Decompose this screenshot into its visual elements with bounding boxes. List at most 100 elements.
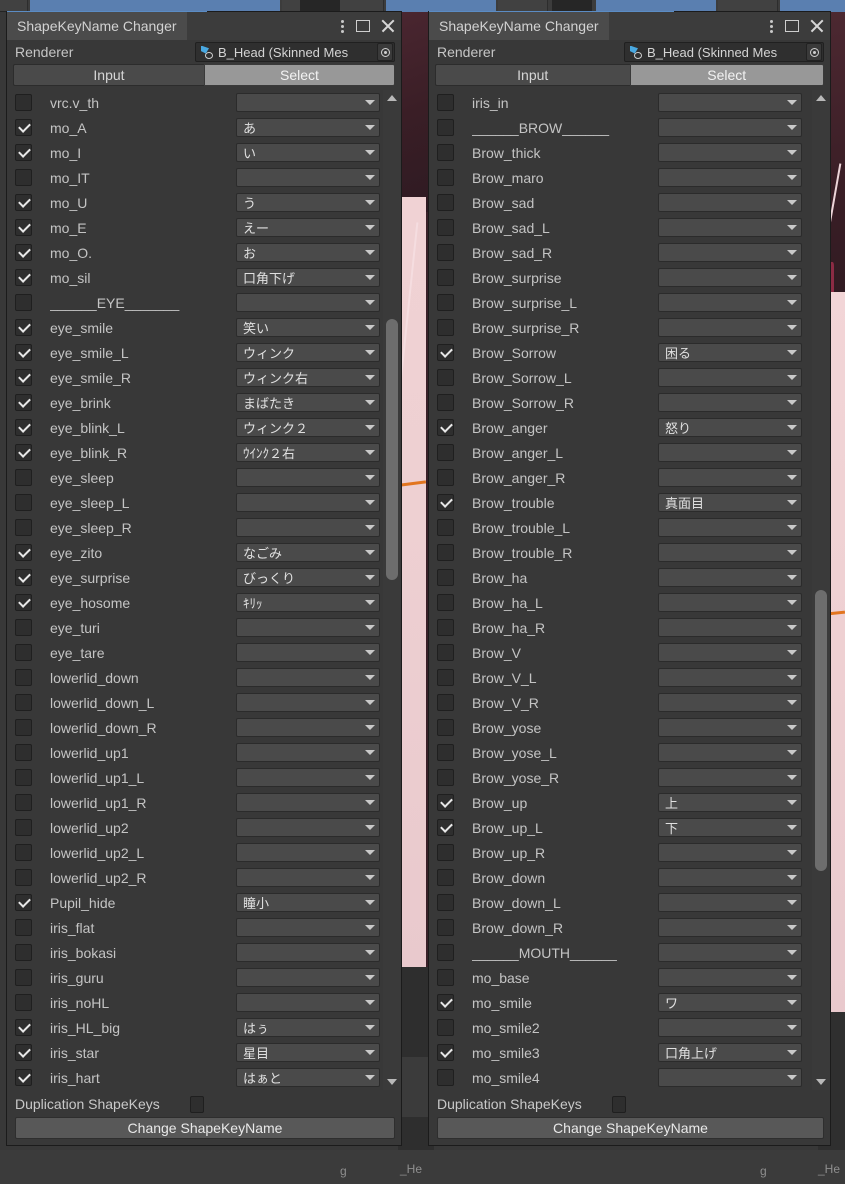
duplication-checkbox[interactable]	[611, 1095, 626, 1113]
shapekey-name-dropdown[interactable]: あ	[236, 118, 380, 137]
shapekey-checkbox[interactable]	[437, 694, 454, 711]
shapekey-row[interactable]: iris_noHL	[7, 990, 383, 1015]
shapekey-name-dropdown[interactable]	[658, 1018, 802, 1037]
shapekey-row[interactable]: Brow_sad	[429, 190, 812, 215]
shapekey-checkbox[interactable]	[437, 644, 454, 661]
close-icon[interactable]	[381, 19, 395, 33]
shapekey-row[interactable]: Brow_surprise_R	[429, 315, 812, 340]
shapekey-checkbox[interactable]	[437, 469, 454, 486]
shapekey-checkbox[interactable]	[15, 969, 32, 986]
shapekey-row[interactable]: mo_IT	[7, 165, 383, 190]
shapekey-checkbox[interactable]	[437, 969, 454, 986]
shapekey-checkbox[interactable]	[437, 919, 454, 936]
shapekey-name-dropdown[interactable]	[236, 493, 380, 512]
shapekey-row[interactable]: iris_star 星目	[7, 1040, 383, 1065]
shapekey-name-dropdown[interactable]: なごみ	[236, 543, 380, 562]
list-scrollbar[interactable]	[812, 90, 830, 1090]
scrollbar-track[interactable]	[385, 106, 399, 1074]
scrollbar-thumb[interactable]	[815, 590, 827, 871]
shapekey-row[interactable]: Brow_yose_R	[429, 765, 812, 790]
shapekey-checkbox[interactable]	[437, 994, 454, 1011]
shapekey-row[interactable]: Brow_yose_L	[429, 740, 812, 765]
shapekey-checkbox[interactable]	[15, 94, 32, 111]
shapekey-checkbox[interactable]	[437, 1019, 454, 1036]
shapekey-name-dropdown[interactable]	[658, 318, 802, 337]
shapekey-name-dropdown[interactable]: ｷﾘｯ	[236, 593, 380, 612]
maximize-icon[interactable]	[785, 20, 799, 32]
shapekey-checkbox[interactable]	[437, 669, 454, 686]
shapekey-checkbox[interactable]	[15, 294, 32, 311]
shapekey-name-dropdown[interactable]	[658, 943, 802, 962]
shapekey-checkbox[interactable]	[15, 1069, 32, 1086]
shapekey-row[interactable]: eye_blink_L ウィンク２	[7, 415, 383, 440]
shapekey-checkbox[interactable]	[437, 794, 454, 811]
shapekey-checkbox[interactable]	[15, 269, 32, 286]
shapekey-name-dropdown[interactable]	[658, 218, 802, 237]
shapekey-row[interactable]: mo_E えー	[7, 215, 383, 240]
shapekey-name-dropdown[interactable]: まばたき	[236, 393, 380, 412]
shapekey-row[interactable]: lowerlid_up2	[7, 815, 383, 840]
shapekey-row[interactable]: Brow_anger_L	[429, 440, 812, 465]
shapekey-row[interactable]: Brow_trouble_L	[429, 515, 812, 540]
list-scrollbar[interactable]	[383, 90, 401, 1090]
shapekey-checkbox[interactable]	[15, 419, 32, 436]
shapekey-name-dropdown[interactable]: い	[236, 143, 380, 162]
shapekey-checkbox[interactable]	[437, 144, 454, 161]
shapekey-checkbox[interactable]	[437, 244, 454, 261]
shapekey-checkbox[interactable]	[437, 719, 454, 736]
shapekey-name-dropdown[interactable]	[236, 793, 380, 812]
shapekey-row[interactable]: Brow_surprise_L	[429, 290, 812, 315]
shapekey-checkbox[interactable]	[15, 219, 32, 236]
shapekey-checkbox[interactable]	[15, 394, 32, 411]
shapekey-row[interactable]: Brow_V	[429, 640, 812, 665]
shapekey-name-dropdown[interactable]	[236, 768, 380, 787]
shapekey-name-dropdown[interactable]: お	[236, 243, 380, 262]
shapekey-checkbox[interactable]	[15, 994, 32, 1011]
shapekey-name-dropdown[interactable]	[236, 968, 380, 987]
object-picker-icon[interactable]	[806, 43, 822, 61]
shapekey-checkbox[interactable]	[15, 494, 32, 511]
shapekey-row[interactable]: lowerlid_down	[7, 665, 383, 690]
shapekey-name-dropdown[interactable]	[658, 618, 802, 637]
shapekey-checkbox[interactable]	[15, 569, 32, 586]
shapekey-name-dropdown[interactable]	[658, 243, 802, 262]
shapekey-checkbox[interactable]	[437, 394, 454, 411]
shapekey-name-dropdown[interactable]: びっくり	[236, 568, 380, 587]
shapekey-checkbox[interactable]	[15, 919, 32, 936]
shapekey-checkbox[interactable]	[15, 669, 32, 686]
shapekey-name-dropdown[interactable]: ウィンク２	[236, 418, 380, 437]
shapekey-name-dropdown[interactable]	[236, 518, 380, 537]
shapekey-row[interactable]: eye_sleep	[7, 465, 383, 490]
shapekey-checkbox[interactable]	[15, 819, 32, 836]
shapekey-row[interactable]: lowerlid_up1	[7, 740, 383, 765]
shapekey-checkbox[interactable]	[15, 694, 32, 711]
shapekey-name-dropdown[interactable]	[658, 668, 802, 687]
shapekey-row[interactable]: mo_base	[429, 965, 812, 990]
shapekey-row[interactable]: ______EYE_______	[7, 290, 383, 315]
shapekey-checkbox[interactable]	[437, 219, 454, 236]
shapekey-name-dropdown[interactable]	[658, 518, 802, 537]
shapekey-name-dropdown[interactable]: 下	[658, 818, 802, 837]
shapekey-checkbox[interactable]	[437, 169, 454, 186]
shapekey-row[interactable]: Brow_up 上	[429, 790, 812, 815]
shapekey-row[interactable]: eye_brink まばたき	[7, 390, 383, 415]
shapekey-checkbox[interactable]	[437, 769, 454, 786]
shapekeyname-changer-window-left[interactable]: ShapeKeyName Changer Renderer B_Head (Sk…	[6, 11, 402, 1146]
renderer-object-field[interactable]: B_Head (Skinned Mes	[195, 42, 395, 62]
shapekey-name-dropdown[interactable]	[658, 968, 802, 987]
shapekey-checkbox[interactable]	[437, 369, 454, 386]
shapekey-name-dropdown[interactable]: はぅ	[236, 1018, 380, 1037]
shapekey-checkbox[interactable]	[437, 844, 454, 861]
shapekey-row[interactable]: Brow_up_L 下	[429, 815, 812, 840]
shapekey-row[interactable]: eye_hosome ｷﾘｯ	[7, 590, 383, 615]
shapekey-name-dropdown[interactable]	[658, 843, 802, 862]
scroll-down-button[interactable]	[812, 1074, 830, 1090]
shapekey-checkbox[interactable]	[15, 194, 32, 211]
shapekey-checkbox[interactable]	[15, 369, 32, 386]
shapekey-name-dropdown[interactable]: 怒り	[658, 418, 802, 437]
shapekey-row[interactable]: lowerlid_up1_L	[7, 765, 383, 790]
shapekey-checkbox[interactable]	[437, 294, 454, 311]
shapekey-checkbox[interactable]	[437, 819, 454, 836]
shapekey-name-dropdown[interactable]	[236, 743, 380, 762]
shapekey-row[interactable]: Brow_trouble 真面目	[429, 490, 812, 515]
